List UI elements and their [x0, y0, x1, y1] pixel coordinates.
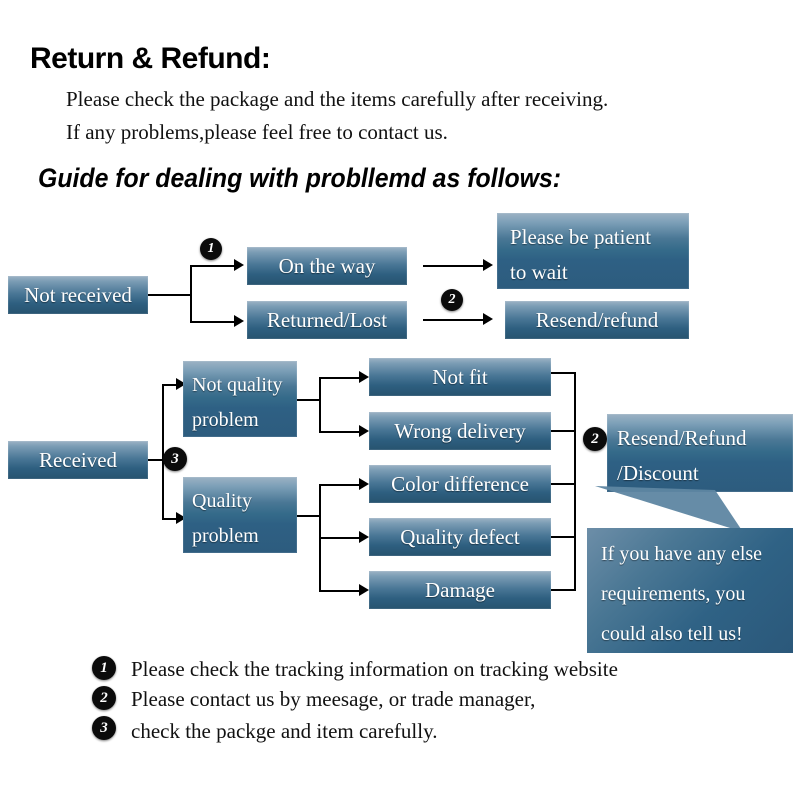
connector-stub-color-difference — [551, 483, 574, 485]
box-please-be-patient-to-wait[interactable]: Please be patient to wait — [497, 213, 689, 289]
badge-1-branch: 1 — [200, 238, 222, 260]
connector-notquality-stem — [297, 399, 319, 401]
box-returned-lost[interactable]: Returned/Lost — [247, 301, 407, 339]
box-line-1: Not quality — [192, 374, 283, 396]
box-received[interactable]: Received — [8, 441, 148, 479]
connector-returned-to-resend — [423, 319, 485, 321]
box-issue-color-difference[interactable]: Color difference — [369, 465, 551, 503]
connector-to-not-fit — [319, 377, 361, 379]
connector-to-damage — [319, 590, 361, 592]
arrowhead-please-be-patient — [483, 259, 493, 271]
footnote-badge-2: 2 — [92, 686, 116, 710]
lead-line-2: If any problems,please feel free to cont… — [66, 120, 448, 144]
footnote-text-2: Please contact us by meesage, or trade m… — [131, 687, 536, 711]
badge-2-outcome: 2 — [583, 427, 607, 451]
arrowhead-wrong-delivery — [359, 425, 369, 437]
connector-stub-wrong-delivery — [551, 430, 574, 432]
bubble-line-3: could also tell us! — [601, 623, 743, 645]
connector-to-quality-defect — [319, 537, 361, 539]
box-on-the-way[interactable]: On the way — [247, 247, 407, 285]
arrowhead-on-the-way — [234, 259, 244, 271]
arrowhead-resend-refund — [483, 313, 493, 325]
speech-bubble-extra-requirements[interactable]: If you have any else requirements, you c… — [587, 528, 793, 653]
connector-to-color-difference — [319, 484, 361, 486]
arrowhead-color-difference — [359, 478, 369, 490]
connector-branch-returned-lost — [190, 321, 236, 323]
guide-heading: Guide for dealing with probllemd as foll… — [38, 163, 562, 193]
box-resend-refund-discount[interactable]: Resend/Refund /Discount — [607, 414, 793, 492]
connector-quality-stem — [297, 515, 319, 517]
arrowhead-not-fit — [359, 371, 369, 383]
connector-received-split — [162, 384, 164, 518]
footnote-badge-1: 1 — [92, 656, 116, 680]
page-title: Return & Refund: — [30, 42, 271, 75]
box-line-1: Quality — [192, 490, 252, 512]
footnote-text-3: check the packge and item carefully. — [131, 719, 438, 743]
connector-received-stem — [148, 459, 162, 461]
box-issue-wrong-delivery[interactable]: Wrong delivery — [369, 412, 551, 450]
box-line-2: problem — [192, 525, 259, 547]
footnote-badge-3: 3 — [92, 716, 116, 740]
box-not-quality-problem[interactable]: Not quality problem — [183, 361, 297, 437]
connector-collector-bracket — [574, 372, 576, 591]
connector-to-wrong-delivery — [319, 431, 361, 433]
connector-not-received-stem — [148, 294, 190, 296]
arrowhead-returned-lost — [234, 315, 244, 327]
connector-stub-not-fit — [551, 372, 574, 374]
bubble-line-2: requirements, you — [601, 583, 746, 605]
connector-on-the-way-to-wait — [423, 265, 485, 267]
connector-branch-on-the-way — [190, 265, 236, 267]
arrowhead-damage — [359, 584, 369, 596]
badge-3-received-branch: 3 — [163, 447, 187, 471]
box-line-2: to wait — [510, 260, 568, 284]
connector-not-received-split — [190, 265, 192, 323]
lead-line-1: Please check the package and the items c… — [66, 87, 609, 111]
connector-stub-quality-defect — [551, 536, 574, 538]
box-issue-quality-defect[interactable]: Quality defect — [369, 518, 551, 556]
bubble-line-1: If you have any else — [601, 543, 763, 565]
arrowhead-quality-defect — [359, 531, 369, 543]
footnote-text-1: Please check the tracking information on… — [131, 657, 618, 681]
box-not-received[interactable]: Not received — [8, 276, 148, 314]
box-line-2: problem — [192, 409, 259, 431]
box-issue-not-fit[interactable]: Not fit — [369, 358, 551, 396]
return-refund-infographic: Return & Refund: Please check the packag… — [0, 0, 800, 800]
connector-notquality-split — [319, 377, 321, 433]
badge-2-resend-refund: 2 — [441, 289, 463, 311]
box-resend-refund[interactable]: Resend/refund — [505, 301, 689, 339]
box-line-1: Please be patient — [510, 225, 652, 249]
connector-stub-damage — [551, 589, 574, 591]
box-issue-damage[interactable]: Damage — [369, 571, 551, 609]
box-quality-problem[interactable]: Quality problem — [183, 477, 297, 553]
box-line-1: Resend/Refund — [617, 426, 747, 450]
